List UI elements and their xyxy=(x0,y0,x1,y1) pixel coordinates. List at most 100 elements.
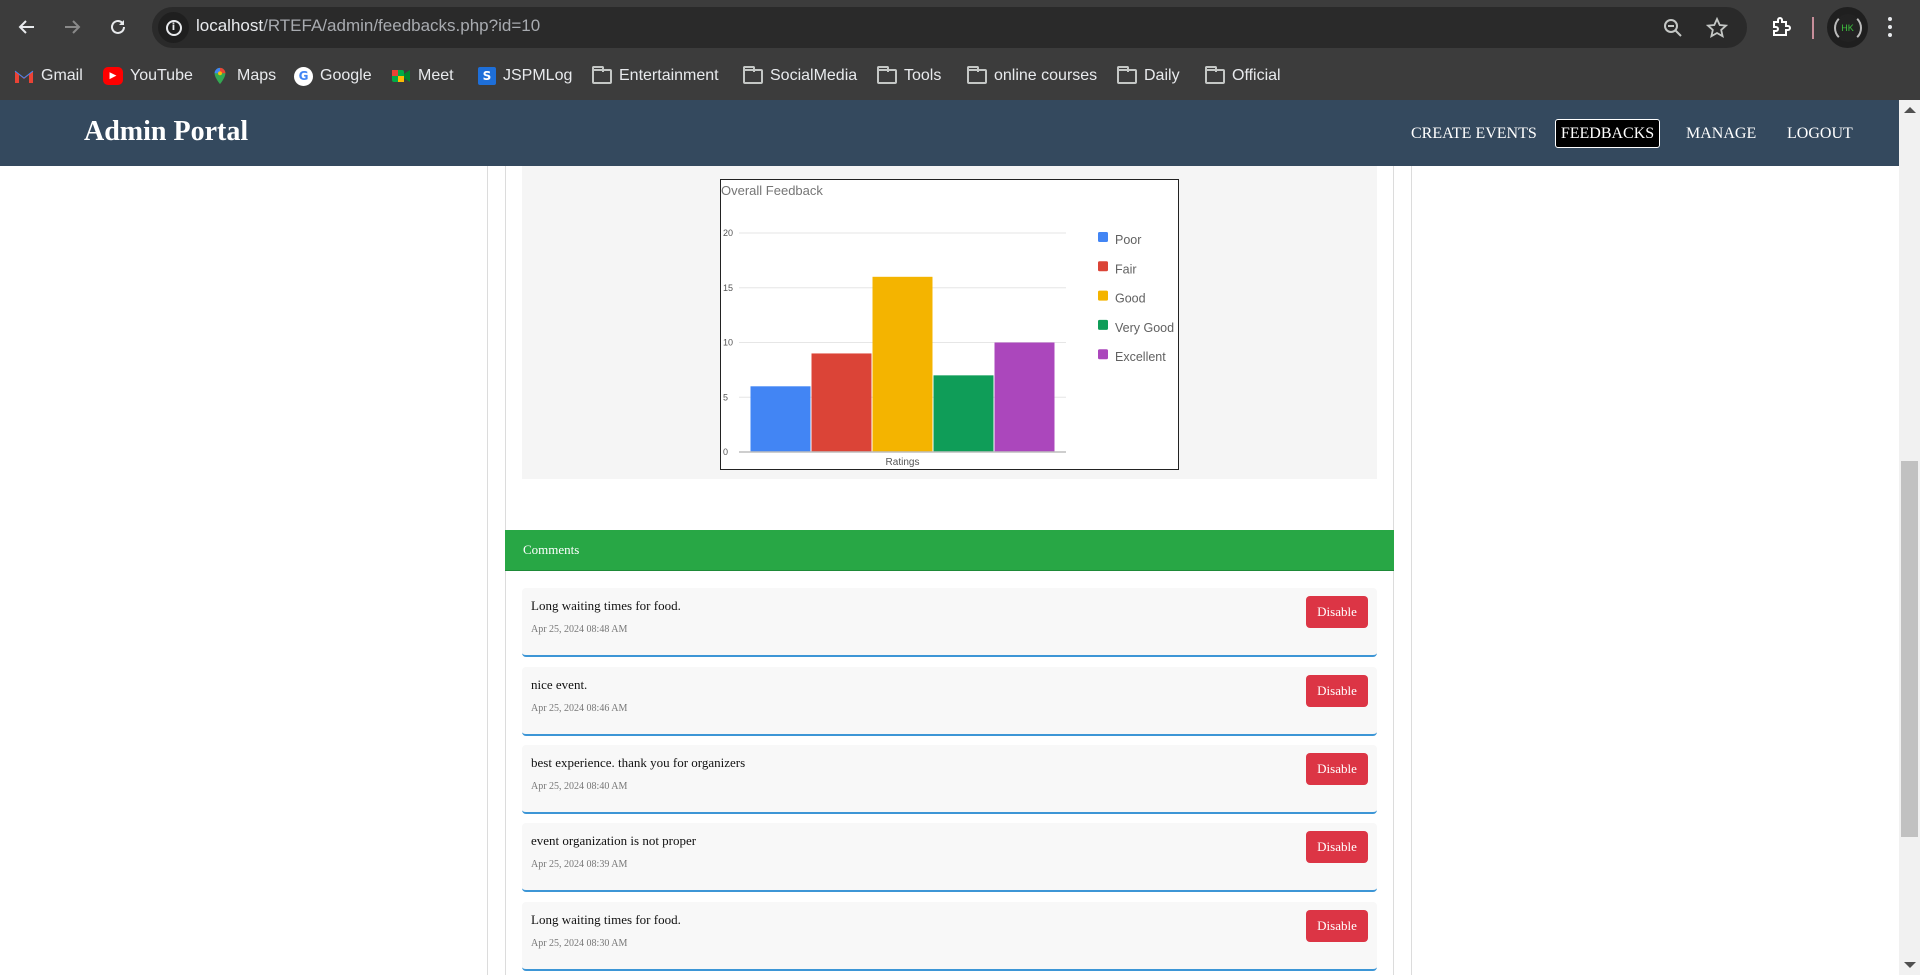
comments-title: Comments xyxy=(523,542,580,557)
disable-button[interactable]: Disable xyxy=(1306,596,1368,628)
bookmark-label: Entertainment xyxy=(619,67,719,84)
brand-title[interactable]: Admin Portal xyxy=(84,116,248,148)
bookmark-label: Google xyxy=(320,67,372,84)
bookmark-youtube[interactable]: ▶ YouTube xyxy=(103,63,193,89)
y-tick-label: 0 xyxy=(723,447,728,457)
bookmark-meet[interactable]: Meet xyxy=(391,63,454,89)
url-text[interactable]: localhost/RTEFA/admin/feedbacks.php?id=1… xyxy=(196,16,540,36)
legend-label: Fair xyxy=(1115,262,1137,276)
comment-item: best experience. thank you for organizer… xyxy=(522,745,1377,814)
scroll-up-arrow-icon[interactable] xyxy=(1904,107,1916,113)
puzzle-icon xyxy=(1773,17,1791,36)
bookmark-folder-online-courses[interactable]: online courses xyxy=(967,63,1097,89)
y-tick-label: 5 xyxy=(723,392,728,402)
folder-icon xyxy=(1117,65,1137,84)
disable-button[interactable]: Disable xyxy=(1306,675,1368,707)
bar-very-good[interactable] xyxy=(933,375,994,452)
bookmark-label: Maps xyxy=(237,67,277,84)
folder-icon xyxy=(592,65,612,84)
y-tick-label: 20 xyxy=(723,228,733,238)
bookmark-folder-socialmedia[interactable]: SocialMedia xyxy=(743,63,857,89)
comment-text: best experience. thank you for organizer… xyxy=(531,755,746,770)
comment-text: Long waiting times for food. xyxy=(531,598,681,613)
legend-swatch xyxy=(1098,319,1108,330)
address-bar[interactable]: i localhost/RTEFA/admin/feedbacks.php?id… xyxy=(152,7,1747,48)
nav-create-events[interactable]: CREATE EVENTS xyxy=(1403,119,1545,148)
browser-menu-button[interactable] xyxy=(1880,14,1900,40)
folder-icon xyxy=(743,65,763,84)
kebab-menu-icon xyxy=(1888,17,1892,21)
bookmark-star-button[interactable] xyxy=(1704,15,1730,41)
comment-item: event organization is not proper Apr 25,… xyxy=(522,823,1377,892)
google-icon: G xyxy=(294,66,313,86)
arrow-right-icon xyxy=(65,20,81,34)
browser-toolbar: i localhost/RTEFA/admin/feedbacks.php?id… xyxy=(0,0,1920,52)
meet-icon xyxy=(392,70,410,82)
bookmark-label: online courses xyxy=(994,67,1098,84)
bookmark-folder-tools[interactable]: Tools xyxy=(877,63,941,89)
forward-button[interactable] xyxy=(57,12,87,42)
page-scrollbar[interactable] xyxy=(1899,100,1920,975)
legend-swatch xyxy=(1098,349,1108,360)
comment-item: Long waiting times for food. Apr 25, 202… xyxy=(522,588,1377,657)
bookmark-gmail[interactable]: Gmail xyxy=(14,63,83,89)
bookmark-label: JSPMLog xyxy=(503,67,573,84)
zoom-button[interactable] xyxy=(1660,15,1686,41)
avatar-initials: HK xyxy=(1833,13,1862,42)
arrow-left-icon xyxy=(18,20,34,34)
comment-text: Long waiting times for food. xyxy=(531,912,681,927)
comment-timestamp: Apr 25, 2024 08:30 AM xyxy=(531,938,628,949)
maps-icon xyxy=(214,67,226,85)
bar-poor[interactable] xyxy=(750,386,811,452)
bookmark-label: Daily xyxy=(1144,67,1180,84)
comment-item: nice event. Apr 25, 2024 08:46 AM Disabl… xyxy=(522,667,1377,736)
x-axis-label: Ratings xyxy=(886,457,920,468)
bookmark-folder-daily[interactable]: Daily xyxy=(1117,63,1180,89)
zoom-out-icon xyxy=(1664,19,1682,37)
disable-button[interactable]: Disable xyxy=(1306,753,1368,785)
legend-label: Excellent xyxy=(1115,350,1166,364)
folder-icon xyxy=(1205,65,1225,84)
bookmark-maps[interactable]: Maps xyxy=(210,63,276,89)
legend-label: Good xyxy=(1115,292,1146,306)
nav-manage[interactable]: MANAGE xyxy=(1678,119,1764,148)
profile-avatar[interactable]: HK xyxy=(1827,7,1868,48)
scroll-down-arrow-icon[interactable] xyxy=(1904,962,1916,968)
disable-button[interactable]: Disable xyxy=(1306,910,1368,942)
comment-timestamp: Apr 25, 2024 08:48 AM xyxy=(531,624,628,635)
url-host: localhost xyxy=(196,16,264,35)
chart-svg: 0 5 10 15 20 Overall Feedback Ratings Poor Fa… xyxy=(721,183,1174,468)
gmail-icon xyxy=(14,70,34,83)
back-button[interactable] xyxy=(12,12,42,42)
extensions-button[interactable] xyxy=(1766,12,1796,42)
bookmark-jspmlog[interactable]: S JSPMLog xyxy=(478,63,572,89)
bars xyxy=(750,276,1055,453)
legend-swatch xyxy=(1098,290,1108,301)
scrollbar-thumb[interactable] xyxy=(1901,461,1918,837)
nav-feedbacks[interactable]: FEEDBACKS xyxy=(1555,119,1660,148)
comment-timestamp: Apr 25, 2024 08:39 AM xyxy=(531,859,628,870)
bookmark-folder-entertainment[interactable]: Entertainment xyxy=(592,63,719,89)
site-info-button[interactable]: i xyxy=(158,12,189,43)
bar-fair[interactable] xyxy=(811,353,872,452)
chart-legend: Poor Fair Good Very Good Excellent xyxy=(1098,232,1174,364)
disable-button[interactable]: Disable xyxy=(1306,831,1368,863)
bookmark-label: SocialMedia xyxy=(770,67,858,84)
overall-feedback-chart: 0 5 10 15 20 Overall Feedback Ratings Poor Fa… xyxy=(720,179,1179,470)
folder-icon xyxy=(967,65,987,84)
chart-title: Overall Feedback xyxy=(721,183,823,198)
bookmark-label: Tools xyxy=(904,67,942,84)
legend-label: Poor xyxy=(1115,233,1141,247)
comment-timestamp: Apr 25, 2024 08:46 AM xyxy=(531,703,628,714)
comment-text: nice event. xyxy=(531,677,588,692)
bar-good[interactable] xyxy=(872,276,933,452)
bar-excellent[interactable] xyxy=(994,342,1055,453)
reload-button[interactable] xyxy=(103,12,133,42)
bookmark-google[interactable]: G Google xyxy=(294,63,372,89)
nav-logout[interactable]: LOGOUT xyxy=(1779,119,1861,148)
jspmlog-icon: S xyxy=(478,67,496,85)
bookmarks-bar: Gmail ▶ YouTube Maps G Google Meet S JSP… xyxy=(0,52,1920,100)
admin-navbar: Admin Portal CREATE EVENTS FEEDBACKS MAN… xyxy=(0,100,1899,166)
bookmark-folder-official[interactable]: Official xyxy=(1205,63,1281,89)
toolbar-separator xyxy=(1812,17,1814,39)
